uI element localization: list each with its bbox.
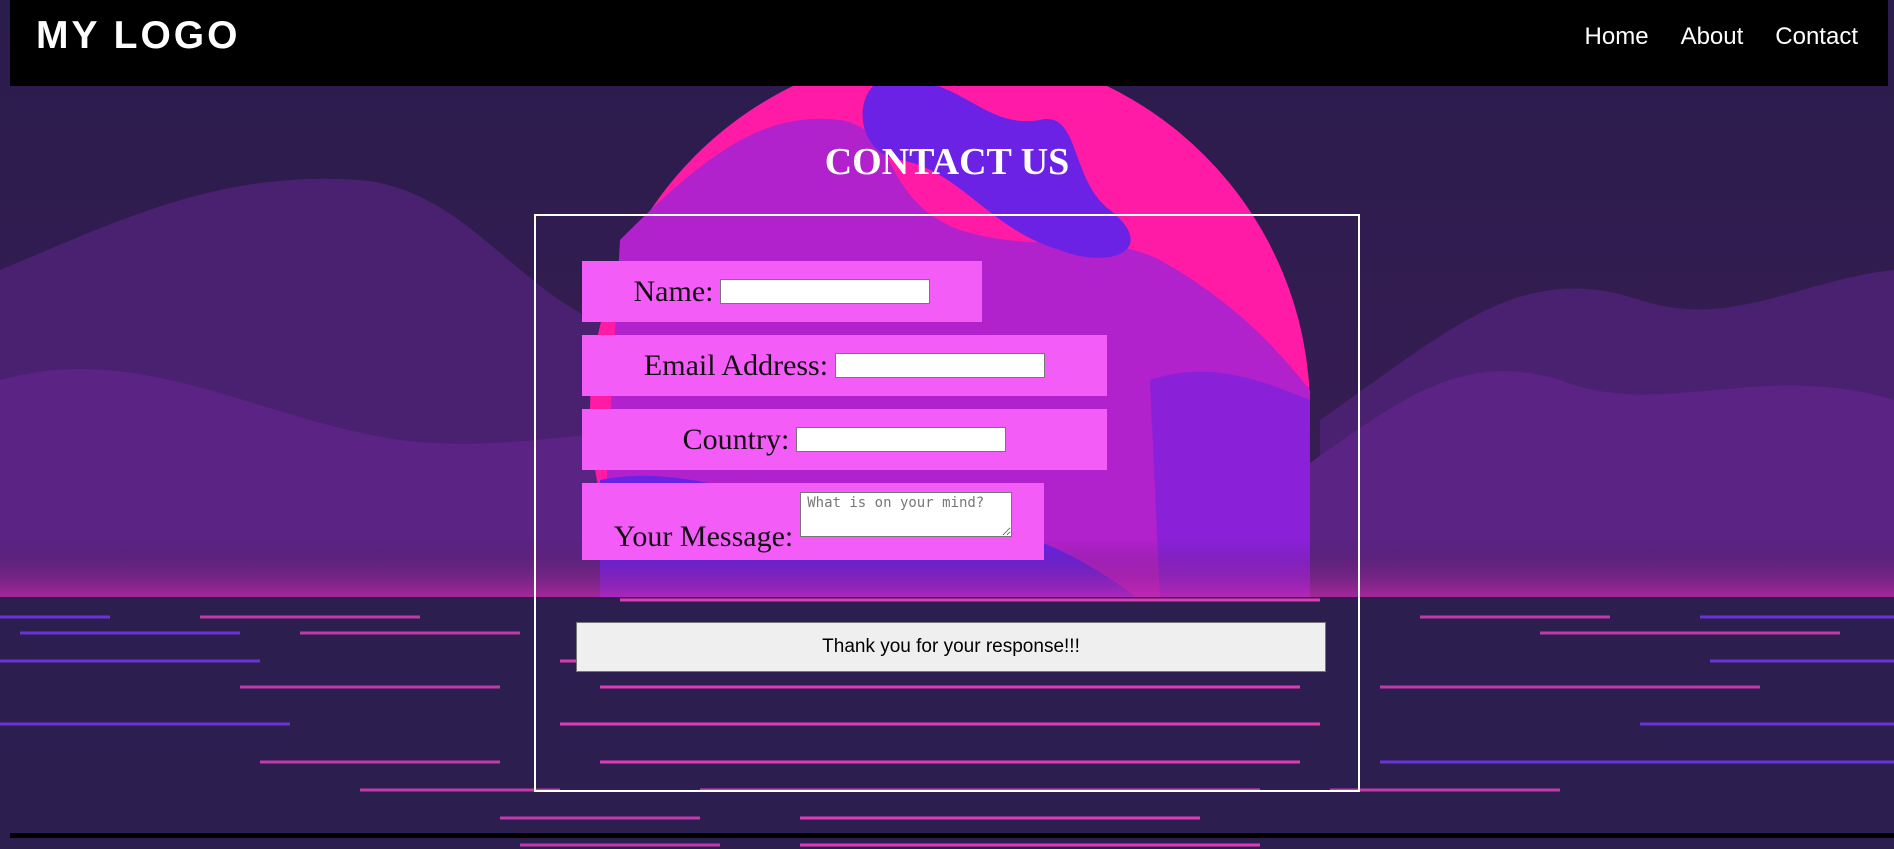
nav-link-contact[interactable]: Contact: [1775, 25, 1858, 49]
message-textarea[interactable]: [800, 492, 1013, 537]
page-title: CONTACT US: [824, 141, 1070, 183]
footer-divider: [10, 833, 1894, 838]
name-input[interactable]: [720, 279, 931, 304]
email-label: Email Address:: [643, 348, 829, 382]
site-logo[interactable]: MY LOGO: [36, 16, 240, 55]
submit-button[interactable]: Thank you for your response!!!: [576, 622, 1326, 672]
nav-link-about[interactable]: About: [1681, 25, 1744, 49]
name-row: Name:: [582, 261, 982, 322]
country-label: Country:: [682, 422, 790, 456]
name-label: Name:: [633, 274, 714, 308]
country-row: Country:: [582, 409, 1107, 470]
country-input[interactable]: [796, 427, 1007, 452]
main-nav: Home About Contact: [1585, 25, 1858, 49]
email-input[interactable]: [835, 353, 1046, 378]
contact-form: Name: Email Address: Country: Your Messa…: [534, 214, 1360, 792]
message-row: Your Message:: [582, 483, 1044, 560]
email-row: Email Address:: [582, 335, 1107, 396]
top-navbar: MY LOGO Home About Contact: [10, 0, 1888, 86]
nav-link-home[interactable]: Home: [1585, 25, 1649, 49]
message-label: Your Message:: [613, 519, 794, 553]
